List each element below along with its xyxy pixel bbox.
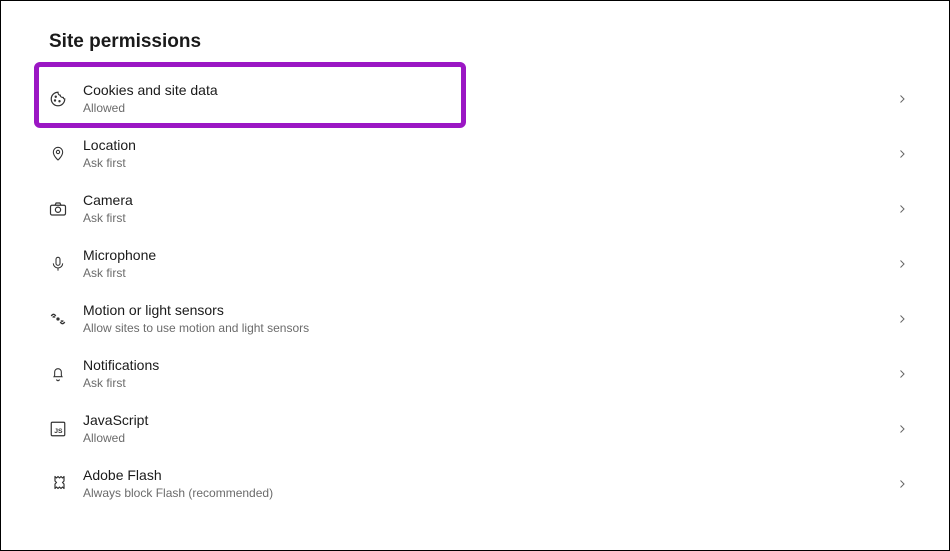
permission-item-notifications[interactable]: Notifications Ask first (1, 346, 949, 401)
permission-item-javascript[interactable]: JS JavaScript Allowed (1, 401, 949, 456)
chevron-right-icon (895, 422, 909, 436)
permission-label: Camera (83, 192, 895, 208)
permission-status: Always block Flash (recommended) (83, 486, 895, 500)
page-title: Site permissions (49, 31, 949, 53)
permission-item-camera[interactable]: Camera Ask first (1, 181, 949, 236)
permission-item-motion[interactable]: Motion or light sensors Allow sites to u… (1, 291, 949, 346)
motion-icon (49, 310, 67, 328)
javascript-icon: JS (49, 420, 67, 438)
permission-status: Ask first (83, 376, 895, 390)
chevron-right-icon (895, 312, 909, 326)
permission-item-location[interactable]: Location Ask first (1, 126, 949, 181)
permission-status: Allowed (83, 101, 895, 115)
svg-text:JS: JS (54, 427, 63, 434)
permission-label: Motion or light sensors (83, 302, 895, 318)
chevron-right-icon (895, 202, 909, 216)
permission-label: Cookies and site data (83, 82, 895, 98)
permission-label: Notifications (83, 357, 895, 373)
permission-item-microphone[interactable]: Microphone Ask first (1, 236, 949, 291)
permission-label: Microphone (83, 247, 895, 263)
chevron-right-icon (895, 147, 909, 161)
chevron-right-icon (895, 92, 909, 106)
camera-icon (49, 200, 67, 218)
microphone-icon (49, 255, 67, 273)
permission-status: Ask first (83, 156, 895, 170)
permission-item-flash[interactable]: Adobe Flash Always block Flash (recommen… (1, 456, 949, 511)
chevron-right-icon (895, 367, 909, 381)
permission-label: Location (83, 137, 895, 153)
permission-status: Allow sites to use motion and light sens… (83, 321, 895, 335)
cookie-icon (49, 90, 67, 108)
permission-label: JavaScript (83, 412, 895, 428)
flash-icon (49, 475, 67, 493)
permission-item-cookies[interactable]: Cookies and site data Allowed (1, 71, 949, 126)
permission-status: Allowed (83, 431, 895, 445)
bell-icon (49, 365, 67, 383)
chevron-right-icon (895, 257, 909, 271)
chevron-right-icon (895, 477, 909, 491)
permission-status: Ask first (83, 266, 895, 280)
location-icon (49, 145, 67, 163)
permissions-list: Cookies and site data Allowed Location A… (1, 71, 949, 511)
permission-label: Adobe Flash (83, 467, 895, 483)
permission-status: Ask first (83, 211, 895, 225)
